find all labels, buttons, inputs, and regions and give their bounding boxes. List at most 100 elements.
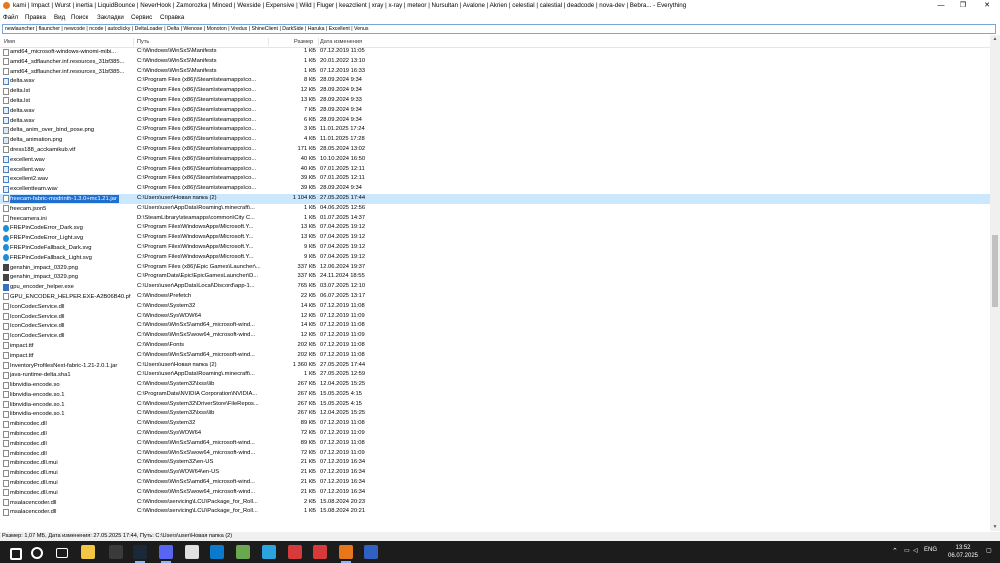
minimize-button[interactable]: — <box>930 0 952 12</box>
table-row[interactable]: IconCodecService.dll C:\Windows\WinSxS\am… <box>0 321 990 331</box>
table-row[interactable]: freecam-fabric-modrinth-1.3.0+mc1.21.jar… <box>0 193 990 204</box>
table-row[interactable]: libnvidia-encode.so.1 C:\Windows\System32… <box>0 409 990 419</box>
table-row[interactable]: IconCodecService.dll C:\Windows\WinSxS\wo… <box>0 331 990 341</box>
table-row[interactable]: excellent.wav C:\Program Files (x86)\Stea… <box>0 155 990 165</box>
vertical-scrollbar[interactable]: ▲ ▼ <box>990 35 1000 531</box>
discord-icon[interactable] <box>159 545 173 559</box>
table-row[interactable]: IconCodecService.dll C:\Windows\SysWOW64 1… <box>0 312 990 322</box>
table-row[interactable]: FREPinCodeError_Light.svg C:\Program File… <box>0 233 990 243</box>
file-date: 07.12.2019 11:08 <box>320 439 365 446</box>
table-row[interactable]: FREPinCodeFallback_Light.svg C:\Program F… <box>0 253 990 263</box>
table-row[interactable]: excellentteam.wav C:\Program Files (x86)\… <box>0 184 990 194</box>
file-size: 3 КБ <box>303 126 316 133</box>
table-row[interactable]: delta.lst C:\Program Files (x86)\Steam\st… <box>0 96 990 106</box>
table-row[interactable]: mibincodec.dll.mui C:\Windows\WinSxS\amd6… <box>0 478 990 488</box>
app-red2-icon[interactable] <box>313 545 327 559</box>
clock[interactable]: 13:52 06.07.2025 <box>946 544 980 560</box>
table-row[interactable]: amd64_sdflauncher.inf.resources_31bf385.… <box>0 57 990 67</box>
table-row[interactable]: InventoryProfilesNext-fabric-1.21-2.0.1.… <box>0 361 990 371</box>
tray-chevron-icon[interactable]: ⌃ <box>892 547 898 555</box>
table-row[interactable]: delta.wav C:\Program Files (x86)\Steam\st… <box>0 106 990 116</box>
language-indicator[interactable]: ENG <box>924 547 937 553</box>
table-row[interactable]: impact.ttf C:\Windows\Fonts 202 КБ 07.12.20… <box>0 341 990 351</box>
table-row[interactable]: FREPinCodeFallback_Dark.svg C:\Program Fi… <box>0 243 990 253</box>
table-row[interactable]: FREPinCodeError_Dark.svg C:\Program Files… <box>0 223 990 233</box>
menu-help[interactable]: Справка <box>160 14 184 21</box>
col-path-header[interactable]: Путь <box>137 39 149 45</box>
table-row[interactable]: amd64_microsoft-windows-winomi-mibi... C:… <box>0 47 990 57</box>
table-row[interactable]: GPU_ENCODER_HELPER.EXE-A2B06B40.pf C:\Win… <box>0 292 990 302</box>
table-row[interactable]: mibincodec.dll C:\Windows\WinSxS\amd64_mi… <box>0 439 990 449</box>
col-date-header[interactable]: Дата изменения <box>320 39 362 45</box>
menu-edit[interactable]: Правка <box>25 14 46 21</box>
table-row[interactable]: freecam.json5 C:\Users\user\AppData\Roami… <box>0 204 990 214</box>
network-icon[interactable]: ▭ <box>904 547 910 554</box>
menu-file[interactable]: Файл <box>3 14 18 21</box>
telegram-icon[interactable] <box>262 545 276 559</box>
chrome-icon[interactable] <box>185 545 199 559</box>
start-icon[interactable] <box>10 548 22 560</box>
file-date: 28.09.2024 9:34 <box>320 87 362 94</box>
table-row[interactable]: gpu_encoder_helper.exe C:\Users\user\AppD… <box>0 282 990 292</box>
file-name: msalacencoder.dll <box>10 499 57 506</box>
table-row[interactable]: impact.ttf C:\Windows\WinSxS\amd64_micros… <box>0 351 990 361</box>
file-explorer-icon[interactable] <box>81 545 95 559</box>
table-row[interactable]: delta.lst C:\Program Files (x86)\Steam\st… <box>0 86 990 96</box>
table-row[interactable]: IconCodecService.dll C:\Windows\System32 1… <box>0 302 990 312</box>
file-edge-icon <box>3 234 9 242</box>
table-row[interactable]: delta.wav C:\Program Files (x86)\Steam\st… <box>0 76 990 86</box>
search-input[interactable] <box>3 25 999 33</box>
table-row[interactable]: libnvidia-encode.so.1 C:\ProgramData\NVID… <box>0 390 990 400</box>
search-icon[interactable] <box>31 547 43 559</box>
col-size-header[interactable]: Размер <box>294 39 313 45</box>
vscode-icon[interactable] <box>210 545 224 559</box>
file-doc-icon <box>3 508 9 516</box>
table-row[interactable]: delta_anim_over_bind_pose.png C:\Program … <box>0 125 990 135</box>
table-row[interactable]: libnvidia-encode.so C:\Windows\System32\l… <box>0 380 990 390</box>
scroll-down-icon[interactable]: ▼ <box>990 523 1000 531</box>
menu-search[interactable]: Поиск <box>71 14 88 21</box>
table-row[interactable]: freecamera.ini D:\SteamLibrary\steamapps\… <box>0 214 990 224</box>
table-row[interactable]: msalacencoder.dll C:\Windows\servicing\LC… <box>0 507 990 517</box>
table-row[interactable]: mibincodec.dll C:\Windows\SysWOW64 72 КБ 07… <box>0 429 990 439</box>
col-divider[interactable] <box>318 38 319 46</box>
file-date: 28.09.2024 9:34 <box>320 106 362 113</box>
table-row[interactable]: delta_animation.png C:\Program Files (x86… <box>0 135 990 145</box>
col-name-header[interactable]: Имя <box>4 39 15 45</box>
steam-icon[interactable] <box>133 545 147 559</box>
table-row[interactable]: excellent2.wav C:\Program Files (x86)\Ste… <box>0 174 990 184</box>
table-row[interactable]: mibincodec.dll.mui C:\Windows\System32\en… <box>0 458 990 468</box>
table-row[interactable]: mibincodec.dll C:\Windows\WinSxS\wow64_mi… <box>0 449 990 459</box>
table-row[interactable]: genshin_impact_0329.png C:\ProgramData\Ep… <box>0 272 990 282</box>
col-divider[interactable] <box>133 38 134 46</box>
table-row[interactable]: mibincodec.dll C:\Windows\System32 89 КБ 07… <box>0 419 990 429</box>
maximize-button[interactable]: ❐ <box>952 0 974 12</box>
file-doc-icon <box>3 97 9 105</box>
menu-bookmarks[interactable]: Закладки <box>97 14 124 21</box>
terminal-icon[interactable] <box>109 545 123 559</box>
menu-view[interactable]: Вид <box>54 14 65 21</box>
table-row[interactable]: dress188_acckamikub.vtf C:\Program Files … <box>0 145 990 155</box>
app-blue-icon[interactable] <box>364 545 378 559</box>
file-name: excellent.wav <box>10 156 45 163</box>
task-view-icon[interactable] <box>56 548 68 558</box>
table-row[interactable]: excellent.wav C:\Program Files (x86)\Stea… <box>0 165 990 175</box>
table-row[interactable]: libnvidia-encode.so.1 C:\Windows\System32… <box>0 400 990 410</box>
table-row[interactable]: genshin_impact_0329.png C:\Program Files … <box>0 263 990 273</box>
col-divider[interactable] <box>268 38 269 46</box>
everything-icon[interactable] <box>339 545 353 559</box>
scroll-up-icon[interactable]: ▲ <box>990 35 1000 43</box>
notification-icon[interactable]: ▢ <box>986 547 992 554</box>
table-row[interactable]: amd64_sdflauncher.inf.resources_31bf385.… <box>0 67 990 77</box>
table-row[interactable]: java-runtime-delta.sha1 C:\Users\user\App… <box>0 370 990 380</box>
menu-tools[interactable]: Сервис <box>131 14 152 21</box>
scroll-thumb[interactable] <box>992 235 998 307</box>
table-row[interactable]: msalacencoder.dll C:\Windows\servicing\LC… <box>0 498 990 508</box>
close-button[interactable]: ✕ <box>976 0 998 12</box>
table-row[interactable]: mibincodec.dll.mui C:\Windows\WinSxS\wow6… <box>0 488 990 498</box>
table-row[interactable]: mibincodec.dll.mui C:\Windows\SysWOW64\en… <box>0 468 990 478</box>
app-red-icon[interactable] <box>288 545 302 559</box>
minecraft-icon[interactable] <box>236 545 250 559</box>
volume-icon[interactable]: ◁ <box>913 547 918 554</box>
table-row[interactable]: delta.wav C:\Program Files (x86)\Steam\st… <box>0 116 990 126</box>
